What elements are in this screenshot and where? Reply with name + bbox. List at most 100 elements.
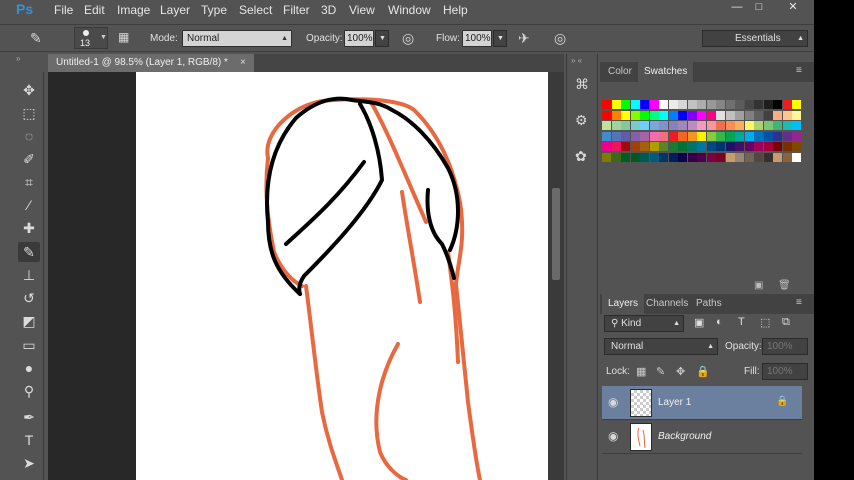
visibility-eye-icon[interactable]: ◉ bbox=[608, 429, 618, 443]
swatch[interactable] bbox=[697, 100, 706, 109]
brush-panel-toggle-icon[interactable]: ▦ bbox=[118, 30, 129, 44]
canvas-vertical-scrollbar[interactable] bbox=[548, 72, 564, 480]
menu-edit[interactable]: Edit bbox=[84, 3, 105, 17]
menu-layer[interactable]: Layer bbox=[160, 3, 190, 17]
collapse-icon[interactable]: » « bbox=[571, 56, 582, 65]
menu-window[interactable]: Window bbox=[388, 3, 431, 17]
swatch[interactable] bbox=[725, 142, 735, 151]
lock-transparent-icon[interactable]: ▦ bbox=[636, 365, 646, 378]
panel-menu-icon[interactable]: ≡ bbox=[796, 65, 802, 76]
swatch[interactable] bbox=[773, 142, 782, 151]
swatch[interactable] bbox=[668, 110, 678, 120]
flow-slider-button[interactable]: ▼ bbox=[493, 30, 507, 47]
swatch[interactable] bbox=[792, 110, 801, 120]
swatch[interactable] bbox=[716, 152, 725, 162]
swatch[interactable] bbox=[697, 152, 706, 162]
lock-image-icon[interactable]: ✎ bbox=[656, 365, 665, 378]
new-swatch-icon[interactable]: ▣ bbox=[754, 280, 763, 291]
swatch[interactable] bbox=[659, 152, 668, 162]
swatch[interactable] bbox=[773, 152, 782, 162]
opacity-slider-button[interactable]: ▼ bbox=[375, 30, 389, 47]
swatch[interactable] bbox=[782, 152, 792, 162]
swatch[interactable] bbox=[687, 142, 697, 151]
opacity-input[interactable]: 100% bbox=[344, 30, 374, 47]
filter-smart-object-icon[interactable]: ⧉ bbox=[782, 316, 790, 329]
mode-dropdown[interactable]: Normal ▲ bbox=[182, 30, 292, 47]
swatch[interactable] bbox=[668, 100, 678, 109]
swatch[interactable] bbox=[754, 121, 763, 130]
menu-select[interactable]: Select bbox=[239, 3, 272, 17]
swatch[interactable] bbox=[792, 121, 801, 130]
menu-view[interactable]: View bbox=[349, 3, 375, 17]
swatch[interactable] bbox=[659, 121, 668, 130]
swatch[interactable] bbox=[602, 110, 611, 120]
swatch[interactable] bbox=[744, 110, 754, 120]
swatch[interactable] bbox=[678, 142, 687, 151]
swatch[interactable] bbox=[630, 100, 640, 109]
swatch[interactable] bbox=[621, 131, 630, 141]
path-selection-tool-icon[interactable]: ➤ bbox=[18, 453, 40, 473]
swatch[interactable] bbox=[763, 110, 773, 120]
swatch[interactable] bbox=[725, 121, 735, 130]
brush-tool-icon[interactable]: ✎ bbox=[30, 30, 42, 47]
lock-position-icon[interactable]: ✥ bbox=[676, 365, 685, 378]
swatch[interactable] bbox=[630, 121, 640, 130]
swatch[interactable] bbox=[754, 152, 763, 162]
swatch[interactable] bbox=[640, 121, 649, 130]
swatch[interactable] bbox=[697, 121, 706, 130]
swatch[interactable] bbox=[668, 131, 678, 141]
move-tool-icon[interactable]: ✥ bbox=[18, 80, 40, 100]
pressure-opacity-icon[interactable]: ◎ bbox=[402, 30, 414, 47]
swatch[interactable] bbox=[754, 110, 763, 120]
swatch[interactable] bbox=[782, 142, 792, 151]
swatch[interactable] bbox=[706, 142, 716, 151]
swatch[interactable] bbox=[649, 110, 659, 120]
menu-filter[interactable]: Filter bbox=[283, 3, 310, 17]
swatch[interactable] bbox=[763, 142, 773, 151]
workspace-dropdown[interactable]: Essentials ▲ bbox=[702, 30, 808, 47]
swatch[interactable] bbox=[763, 100, 773, 109]
swatch[interactable] bbox=[678, 121, 687, 130]
brush-preset-picker[interactable]: 13 ▼ bbox=[74, 27, 108, 49]
type-tool-icon[interactable]: T bbox=[18, 430, 40, 450]
swatch[interactable] bbox=[725, 110, 735, 120]
menu-help[interactable]: Help bbox=[443, 3, 468, 17]
swatch[interactable] bbox=[602, 121, 611, 130]
tab-color[interactable]: Color bbox=[602, 62, 638, 82]
tab-channels[interactable]: Channels bbox=[640, 294, 694, 314]
swatch[interactable] bbox=[640, 110, 649, 120]
close-button[interactable]: ✕ bbox=[780, 0, 806, 16]
swatch[interactable] bbox=[773, 110, 782, 120]
layer-filter-kind[interactable]: ⚲ Kind ▲ bbox=[604, 315, 684, 332]
swatch[interactable] bbox=[763, 152, 773, 162]
swatch[interactable] bbox=[659, 100, 668, 109]
swatch[interactable] bbox=[716, 131, 725, 141]
swatch[interactable] bbox=[792, 152, 801, 162]
filter-pixel-icon[interactable]: ▣ bbox=[694, 316, 704, 329]
brush-presets-panel-icon[interactable]: ✿ bbox=[575, 148, 587, 165]
swatch[interactable] bbox=[754, 131, 763, 141]
swatch[interactable] bbox=[706, 152, 716, 162]
swatch[interactable] bbox=[754, 142, 763, 151]
swatch[interactable] bbox=[640, 100, 649, 109]
lock-all-icon[interactable]: 🔒 bbox=[696, 365, 710, 378]
scrollbar-thumb[interactable] bbox=[552, 188, 560, 280]
flow-input[interactable]: 100% bbox=[462, 30, 492, 47]
eraser-tool-icon[interactable]: ◩ bbox=[18, 311, 40, 331]
blur-tool-icon[interactable]: ● bbox=[18, 358, 40, 378]
swatch[interactable] bbox=[649, 100, 659, 109]
tab-layers[interactable]: Layers bbox=[602, 294, 645, 314]
swatch[interactable] bbox=[763, 131, 773, 141]
swatch[interactable] bbox=[668, 152, 678, 162]
swatch[interactable] bbox=[773, 131, 782, 141]
swatch[interactable] bbox=[687, 131, 697, 141]
swatch[interactable] bbox=[725, 100, 735, 109]
swatch[interactable] bbox=[706, 121, 716, 130]
swatch[interactable] bbox=[725, 152, 735, 162]
clone-stamp-tool-icon[interactable]: ⊥ bbox=[18, 265, 40, 285]
swatch[interactable] bbox=[782, 100, 792, 109]
swatch[interactable] bbox=[678, 110, 687, 120]
swatch[interactable] bbox=[602, 131, 611, 141]
swatch[interactable] bbox=[735, 121, 744, 130]
close-tab-icon[interactable]: × bbox=[240, 54, 246, 72]
